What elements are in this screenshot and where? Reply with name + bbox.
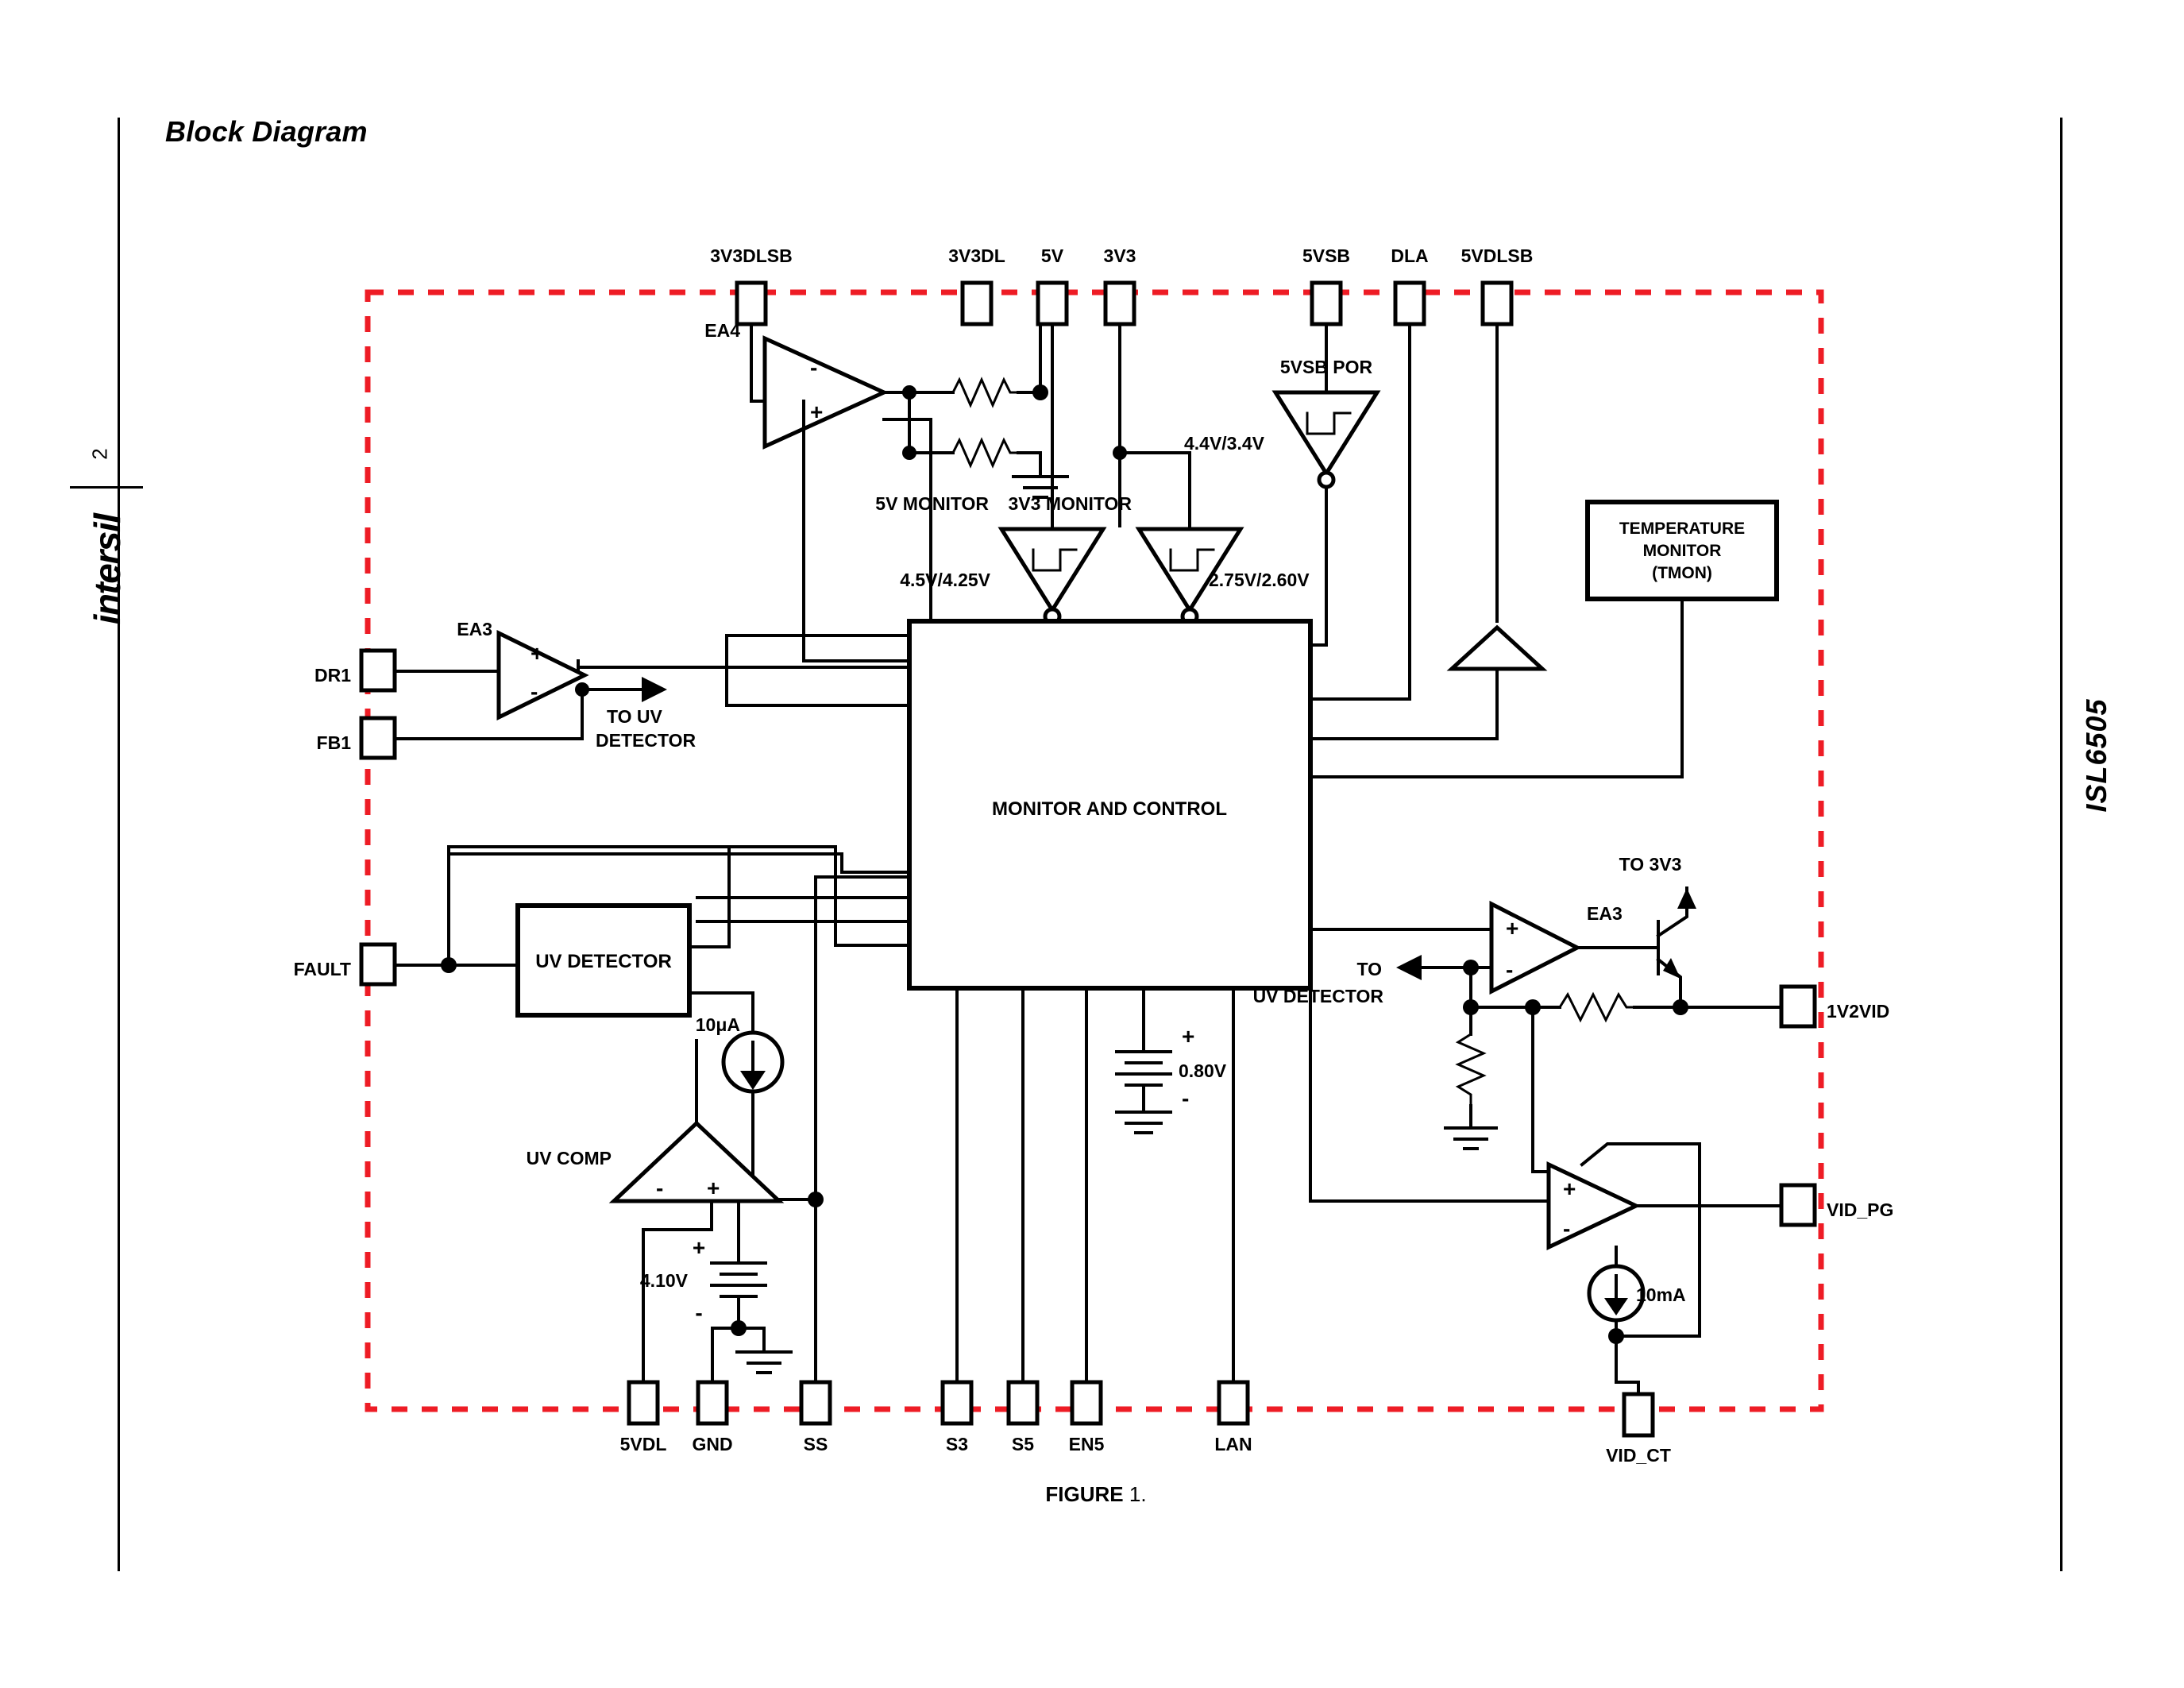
pin-ss: SS (799, 1380, 832, 1454)
ea4-minus-sign: - (810, 355, 817, 380)
pin-gnd: GND (692, 1380, 733, 1454)
ea3-right-amplifier (1489, 900, 1582, 995)
pin-5v: 5V (1036, 245, 1069, 326)
ea4-amplifier (762, 335, 889, 450)
pin-dr1: DR1 (314, 648, 397, 693)
uv-comp-plus-sign: + (707, 1176, 720, 1200)
uv-detector-label: UV DETECTOR (535, 951, 672, 972)
ea3-right-label: EA3 (1587, 903, 1623, 924)
temperature-monitor-line2: MONITOR (1643, 542, 1722, 560)
ref-4p10-minus-sign: - (695, 1300, 702, 1325)
pin-label-en5: EN5 (1069, 1434, 1105, 1454)
pin-5vsb: 5VSB (1302, 245, 1350, 326)
pin-label-3v3dl: 3V3DL (948, 245, 1005, 266)
pin-label-s3: S3 (946, 1434, 968, 1454)
to-uv-detector-right-line2: UV DETECTOR (1253, 986, 1384, 1006)
pin-label-fault: FAULT (294, 959, 351, 979)
3v3-monitor-thresholds: 2.75V/2.60V (1209, 570, 1310, 590)
pin-label-3v3: 3V3 (1104, 245, 1136, 266)
pin-vid-ct: VID_CT (1606, 1392, 1671, 1466)
pin-label-vid-pg: VID_PG (1827, 1199, 1893, 1220)
pin-label-5v: 5V (1041, 245, 1064, 266)
pin-label-1v2vid: 1V2VID (1827, 1001, 1889, 1022)
5vsb-por-thresholds: 4.4V/3.4V (1184, 433, 1265, 454)
pin-label-fb1: FB1 (317, 732, 352, 753)
temperature-monitor-line3: (TMON) (1652, 564, 1712, 582)
ea3-right-minus-sign: - (1506, 957, 1513, 982)
ref-0p80-value: 0.80V (1179, 1060, 1227, 1081)
ref-4p10-plus-sign: + (693, 1235, 705, 1260)
block-diagram: EA4 - + 5VSB POR 4.4V/3.4V 5V MONITOR 4.… (294, 245, 1894, 1466)
ea4-label: EA4 (704, 320, 740, 341)
pin-1v2vid: 1V2VID (1779, 984, 1889, 1029)
pin-label-lan: LAN (1214, 1434, 1252, 1454)
to-uv-detector-left-line2: DETECTOR (596, 730, 696, 751)
to-3v3-label: TO 3V3 (1619, 854, 1682, 875)
datasheet-page: Block Diagram 2 intersil ISL6505 FIGURE … (0, 0, 2184, 1688)
to-uv-detector-right-line1: TO (1356, 959, 1382, 979)
pin-s5: S5 (1006, 1380, 1040, 1454)
pin-label-dla: DLA (1391, 245, 1428, 266)
ea4-plus-sign: + (810, 400, 823, 424)
ea3-left-label: EA3 (457, 619, 492, 639)
pin-label-dr1: DR1 (314, 665, 351, 686)
pin-fb1: FB1 (317, 716, 397, 760)
pin-s3: S3 (940, 1380, 974, 1454)
pin-en5: EN5 (1069, 1380, 1105, 1454)
5v-monitor-thresholds: 4.5V/4.25V (900, 570, 990, 590)
ss-current-value: 10μA (696, 1014, 740, 1035)
ea3-left-plus-sign: + (531, 641, 543, 666)
pin-label-s5: S5 (1012, 1434, 1034, 1454)
ref-0p80-minus-sign: - (1182, 1086, 1189, 1111)
pin-5vdl: 5VDL (620, 1380, 667, 1454)
ref-0p80-plus-sign: + (1182, 1024, 1194, 1049)
pin-3v3: 3V3 (1103, 245, 1136, 326)
pin-vid-pg: VID_PG (1779, 1183, 1893, 1227)
pin-fault: FAULT (294, 942, 397, 987)
pin-3v3dl: 3V3DL (948, 245, 1005, 326)
pin-label-gnd: GND (692, 1434, 732, 1454)
5v-monitor-label: 5V MONITOR (875, 493, 989, 514)
to-uv-detector-left-line1: TO UV (607, 706, 663, 727)
pin-label-5vsb: 5VSB (1302, 245, 1350, 266)
vid-pg-plus-sign: + (1563, 1176, 1576, 1201)
uv-comp-minus-sign: - (656, 1176, 663, 1200)
5vsb-por-label: 5VSB POR (1280, 357, 1373, 377)
vid-pg-minus-sign: - (1563, 1216, 1570, 1241)
pin-label-ss: SS (804, 1434, 828, 1454)
temperature-monitor-line1: TEMPERATURE (1619, 520, 1745, 538)
pin-5vdlsb: 5VDLSB (1461, 245, 1534, 326)
pin-label-3v3dlsb: 3V3DLSB (710, 245, 793, 266)
uv-comp-label: UV COMP (527, 1148, 612, 1168)
ea3-left-minus-sign: - (531, 679, 538, 704)
pin-label-5vdlsb: 5VDLSB (1461, 245, 1534, 266)
pin-label-vid-ct: VID_CT (1606, 1445, 1671, 1466)
ref-4p10-value: 4.10V (640, 1270, 689, 1291)
monitor-and-control-label: MONITOR AND CONTROL (992, 798, 1227, 820)
dla-buffer (1446, 624, 1548, 671)
vidct-current-value: 10mA (1636, 1284, 1686, 1305)
pin-dla: DLA (1391, 245, 1429, 326)
ea3-right-plus-sign: + (1506, 916, 1518, 941)
3v3-monitor-label: 3V3 MONITOR (1009, 493, 1133, 514)
pin-label-5vdl: 5VDL (620, 1434, 667, 1454)
vid-pg-comparator (1546, 1161, 1641, 1250)
pin-3v3dlsb: 3V3DLSB (710, 245, 793, 326)
pin-lan: LAN (1214, 1380, 1252, 1454)
